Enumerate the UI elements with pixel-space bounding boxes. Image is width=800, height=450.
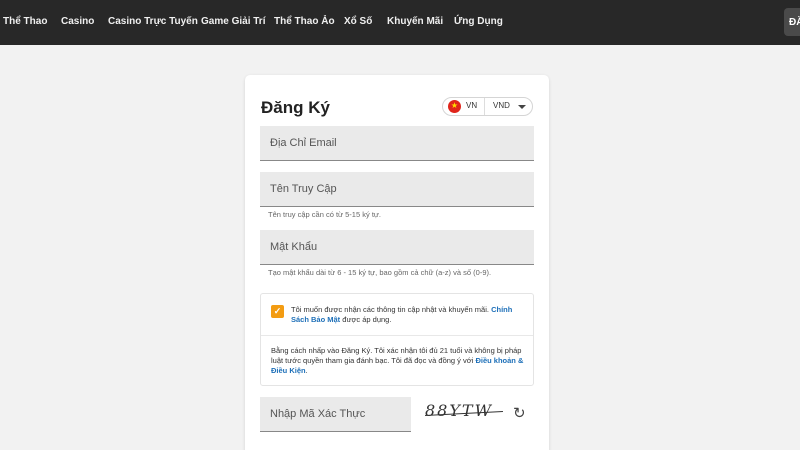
check-icon: ✓ — [273, 306, 282, 316]
chevron-down-icon — [518, 105, 526, 109]
page-title: Đăng Ký — [261, 98, 330, 117]
currency-label: VND — [493, 101, 510, 110]
locale-selector[interactable]: ★ VN VND — [442, 97, 533, 116]
username-field[interactable] — [260, 172, 534, 207]
nav-item-game-giai-tri[interactable]: Game Giải Trí — [201, 16, 265, 27]
nav-item-the-thao-ao[interactable]: Thể Thao Ảo — [274, 16, 335, 27]
refresh-icon[interactable]: ↻ — [513, 406, 529, 422]
nav-item-ung-dung[interactable]: Ứng Dụng — [454, 16, 503, 27]
password-hint: Tạo mật khẩu dài từ 6 - 15 ký tự, bao gồ… — [268, 268, 492, 277]
captcha-field[interactable] — [260, 397, 411, 432]
terms-text: Bằng cách nhấp vào Đăng Ký. Tôi xác nhận… — [271, 346, 524, 375]
nav-item-casino-truc-tuyen[interactable]: Casino Trực Tuyến — [108, 16, 198, 27]
marketing-consent-text: Tôi muốn được nhận các thông tin cập nhậ… — [291, 305, 513, 324]
nav-item-xo-so[interactable]: Xổ Số — [344, 16, 372, 27]
locale-divider — [484, 98, 485, 115]
email-field[interactable] — [260, 126, 534, 161]
consent-divider — [261, 335, 533, 336]
marketing-consent-checkbox[interactable]: ✓ — [271, 305, 284, 318]
username-hint: Tên truy cập cần có từ 5-15 ký tự. — [268, 210, 382, 219]
captcha-image: 88YTW — [425, 401, 505, 423]
captcha-code: 88YTW — [425, 401, 494, 420]
language-label: VN — [466, 101, 478, 110]
nav-item-khuyen-mai[interactable]: Khuyến Mãi — [387, 16, 443, 27]
nav-item-casino[interactable]: Casino — [61, 16, 94, 27]
nav-item-the-thao[interactable]: Thể Thao — [3, 16, 47, 27]
login-button[interactable]: ĐĂ — [784, 8, 800, 36]
vietnam-flag-icon: ★ — [448, 100, 461, 113]
top-navigation-bar: Thể Thao Casino Casino Trực Tuyến Game G… — [0, 0, 800, 45]
registration-card: Đăng Ký ★ VN VND Tên truy cập cần có từ … — [245, 75, 549, 450]
password-field[interactable] — [260, 230, 534, 265]
consent-box: ✓ Tôi muốn được nhận các thông tin cập n… — [260, 293, 534, 386]
